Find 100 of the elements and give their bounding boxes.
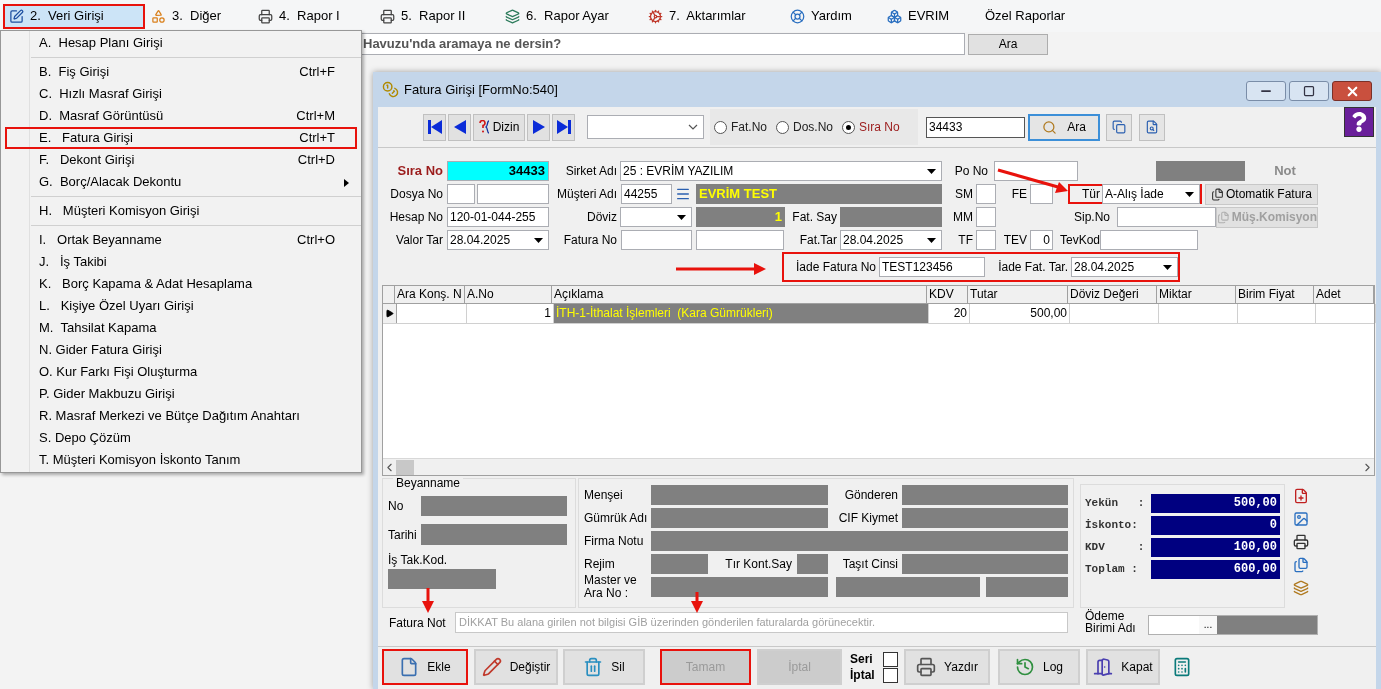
checkbox-option[interactable]: Seri: [850, 651, 898, 667]
menu-item[interactable]: M. Tahsilat Kapama: [5, 317, 357, 339]
text-field[interactable]: [696, 230, 784, 250]
menu-item[interactable]: L. Kişiye Özel Uyarı Girişi: [5, 295, 357, 317]
menu-item[interactable]: F. Dekont Girişi Ctrl+D: [5, 149, 357, 171]
checkbox[interactable]: [883, 651, 898, 667]
text-field[interactable]: [477, 184, 549, 204]
menu-bar-item[interactable]: EVRIM: [881, 3, 979, 29]
navigation-button[interactable]: Dizin: [473, 113, 525, 141]
search-button[interactable]: Ara: [1028, 113, 1100, 141]
form-button[interactable]: Otomatik Fatura: [1205, 183, 1318, 205]
dropdown-field[interactable]: 28.04.2025: [447, 230, 549, 250]
menu-bar-item[interactable]: 6. Rapor Ayar: [499, 3, 642, 29]
text-field[interactable]: 44255: [621, 184, 672, 204]
close-button[interactable]: [1332, 81, 1372, 101]
calculator-icon[interactable]: [1172, 657, 1192, 677]
text-field[interactable]: [994, 161, 1078, 181]
menu-bar-item[interactable]: 2. Veri Girişi: [3, 3, 145, 29]
text-field[interactable]: [621, 230, 692, 250]
column-header[interactable]: A.No: [465, 286, 552, 303]
text-field[interactable]: [976, 207, 996, 227]
action-button[interactable]: Yazdır: [904, 649, 990, 685]
text-field[interactable]: [976, 184, 996, 204]
radio-option[interactable]: Dos.No: [776, 118, 834, 136]
action-button[interactable]: Log: [998, 649, 1080, 685]
menu-item[interactable]: K. Borç Kapama & Adat Hesaplama: [5, 273, 357, 295]
column-header[interactable]: Açıklama: [552, 286, 927, 303]
column-header[interactable]: Adet: [1314, 286, 1374, 303]
text-field[interactable]: [1117, 207, 1216, 227]
menu-bar-item[interactable]: 5. Rapor II: [374, 3, 499, 29]
menu-item[interactable]: C. Hızlı Masraf Girişi: [5, 83, 357, 105]
menu-bar-item[interactable]: Yardım: [784, 3, 881, 29]
menu-item[interactable]: G. Borç/Alacak Dekontu: [5, 171, 357, 193]
action-button[interactable]: Değiştir: [474, 649, 558, 685]
menu-item[interactable]: R. Masraf Merkezi ve Bütçe Dağıtım Anahtarı: [5, 405, 357, 427]
radio-button[interactable]: [842, 120, 856, 134]
navigation-button[interactable]: [448, 113, 471, 141]
radio-button[interactable]: [714, 120, 727, 134]
dropdown-field[interactable]: [620, 207, 692, 227]
column-header[interactable]: Döviz Değeri: [1068, 286, 1157, 303]
menu-bar-item[interactable]: 3. Diğer: [145, 3, 252, 29]
dropdown-field[interactable]: 28.04.2025: [1071, 257, 1178, 277]
search-field[interactable]: Havuzu'nda aramaya ne dersin?: [360, 33, 965, 55]
menu-item[interactable]: J. İş Takibi: [5, 251, 357, 273]
radio-button[interactable]: [776, 120, 789, 134]
search-field[interactable]: 34433: [926, 116, 1025, 138]
printer-icon[interactable]: [1293, 534, 1309, 550]
search-button[interactable]: Ara: [968, 33, 1048, 55]
column-header[interactable]: Tutar: [968, 286, 1068, 303]
column-header[interactable]: Birim Fiyat: [1236, 286, 1314, 303]
action-button[interactable]: Kapat: [1086, 649, 1160, 685]
text-field[interactable]: 120-01-044-255: [447, 207, 549, 227]
dropdown-field[interactable]: [587, 115, 704, 139]
action-button[interactable]: Ekle: [382, 649, 468, 685]
menu-item[interactable]: O. Kur Farkı Fişi Oluşturma: [5, 361, 357, 383]
menu-item[interactable]: B. Fiş Girişi Ctrl+F: [5, 61, 357, 83]
radio-option[interactable]: Fat.No: [714, 118, 767, 136]
menu-item[interactable]: S. Depo Çözüm: [5, 427, 357, 449]
browse-button[interactable]: ...: [1199, 616, 1217, 634]
menu-item[interactable]: N. Gider Fatura Girişi: [5, 339, 357, 361]
image-icon[interactable]: [1293, 511, 1309, 527]
row-indicator[interactable]: [383, 304, 397, 323]
menu-item[interactable]: A. Hesap Planı Girişi: [5, 32, 357, 54]
menu-item[interactable]: E. Fatura Girişi Ctrl+T: [5, 127, 357, 149]
menu-item[interactable]: I. Ortak Beyanname Ctrl+O: [5, 229, 357, 251]
dropdown-field[interactable]: A-Alış İade: [1102, 184, 1200, 204]
text-field[interactable]: 34433: [447, 161, 549, 181]
checkbox[interactable]: [883, 667, 898, 683]
text-field[interactable]: [447, 184, 475, 204]
scroll-thumb[interactable]: [396, 459, 414, 475]
maximize-button[interactable]: [1289, 81, 1329, 101]
menu-bar-item[interactable]: 4. Rapor I: [252, 3, 374, 29]
minimize-button[interactable]: [1246, 81, 1286, 101]
checkbox-option[interactable]: İptal: [850, 667, 898, 683]
column-header[interactable]: Miktar: [1157, 286, 1236, 303]
file-plus-icon[interactable]: [1293, 488, 1309, 504]
column-header[interactable]: KDV: [927, 286, 968, 303]
column-header[interactable]: Ara Konş. N: [395, 286, 465, 303]
navigation-button[interactable]: [527, 113, 550, 141]
menu-bar-item[interactable]: Özel Raporlar: [979, 3, 1079, 29]
action-button[interactable]: Sil: [563, 649, 645, 685]
payment-field[interactable]: ...: [1148, 615, 1318, 635]
preview-button[interactable]: [1139, 113, 1165, 141]
menu-item[interactable]: P. Gider Makbuzu Girişi: [5, 383, 357, 405]
menu-bar-item[interactable]: 7. Aktarımlar: [642, 3, 784, 29]
menu-item[interactable]: H. Müşteri Komisyon Girişi: [5, 200, 357, 222]
documents-icon[interactable]: [1293, 557, 1309, 573]
text-field[interactable]: [1030, 184, 1053, 204]
radio-option[interactable]: Sıra No: [842, 118, 900, 136]
text-field[interactable]: TEST123456: [879, 257, 985, 277]
text-field[interactable]: [976, 230, 996, 250]
help-button[interactable]: [1344, 107, 1374, 137]
stack-icon[interactable]: [1293, 580, 1309, 596]
copy-button[interactable]: [1106, 113, 1132, 141]
dropdown-field[interactable]: 28.04.2025: [840, 230, 942, 250]
horizontal-scrollbar[interactable]: [383, 458, 1374, 475]
navigation-button[interactable]: [552, 113, 575, 141]
navigation-button[interactable]: [423, 113, 446, 141]
dropdown-field[interactable]: 25 : EVRİM YAZILIM: [620, 161, 942, 181]
text-field[interactable]: [1100, 230, 1198, 250]
